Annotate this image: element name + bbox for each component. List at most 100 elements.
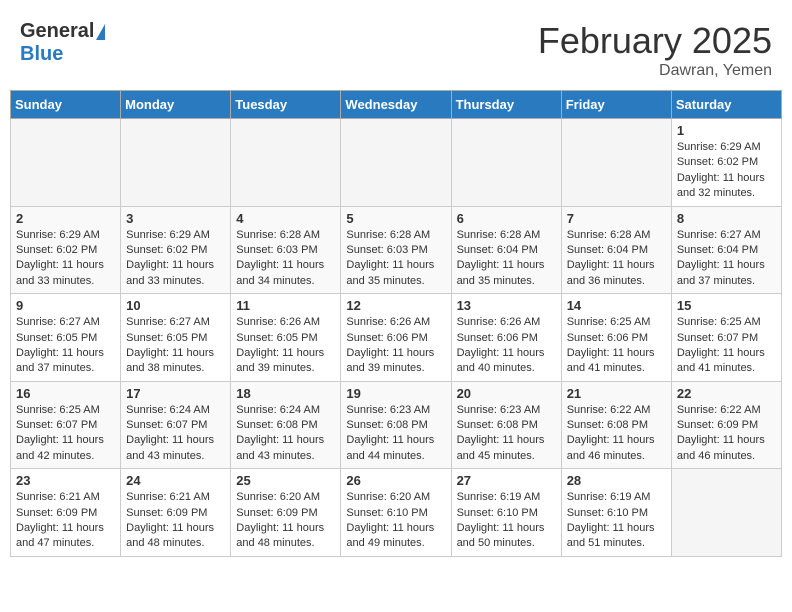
page-header: General Blue February 2025 Dawran, Yemen — [10, 10, 782, 85]
header-saturday: Saturday — [671, 91, 781, 119]
day-number: 12 — [346, 298, 445, 313]
calendar-day: 4 Sunrise: 6:28 AMSunset: 6:03 PMDaylight… — [231, 206, 341, 294]
day-info: Sunrise: 6:26 AMSunset: 6:05 PMDaylight:… — [236, 315, 335, 377]
day-info: Sunrise: 6:28 AMSunset: 6:03 PMDaylight:… — [346, 228, 445, 290]
calendar-day: 2 Sunrise: 6:29 AMSunset: 6:02 PMDaylight… — [11, 206, 121, 294]
logo-triangle-icon — [96, 24, 105, 40]
header-sunday: Sunday — [11, 91, 121, 119]
day-info: Sunrise: 6:28 AMSunset: 6:04 PMDaylight:… — [457, 228, 556, 290]
day-number: 7 — [567, 211, 666, 226]
day-number: 6 — [457, 211, 556, 226]
calendar-day: 7 Sunrise: 6:28 AMSunset: 6:04 PMDaylight… — [561, 206, 671, 294]
day-number: 23 — [16, 473, 115, 488]
day-info: Sunrise: 6:28 AMSunset: 6:03 PMDaylight:… — [236, 228, 335, 290]
day-number: 25 — [236, 473, 335, 488]
calendar-title: February 2025 — [538, 20, 772, 62]
header-monday: Monday — [121, 91, 231, 119]
calendar-day: 15Sunrise: 6:25 AMSunset: 6:07 PMDayligh… — [671, 294, 781, 382]
day-info: Sunrise: 6:22 AMSunset: 6:08 PMDaylight:… — [567, 403, 666, 465]
day-info: Sunrise: 6:23 AMSunset: 6:08 PMDaylight:… — [457, 403, 556, 465]
calendar-week-4: 16 Sunrise: 6:25 AMSunset: 6:07 PMDayligh… — [11, 381, 782, 469]
calendar-day: 25 Sunrise: 6:20 AMSunset: 6:09 PMDayligh… — [231, 469, 341, 557]
calendar-week-1: 1 Sunrise: 6:29 AMSunset: 6:02 PMDaylight… — [11, 119, 782, 207]
calendar-day: 26 Sunrise: 6:20 AMSunset: 6:10 PMDayligh… — [341, 469, 451, 557]
day-info: Sunrise: 6:21 AMSunset: 6:09 PMDaylight:… — [16, 490, 115, 552]
day-info: Sunrise: 6:27 AMSunset: 6:04 PMDaylight:… — [677, 228, 776, 290]
calendar-day: 21 Sunrise: 6:22 AMSunset: 6:08 PMDayligh… — [561, 381, 671, 469]
day-info: Sunrise: 6:25 AMSunset: 6:07 PMDaylight:… — [16, 403, 115, 465]
calendar-day: 19 Sunrise: 6:23 AMSunset: 6:08 PMDayligh… — [341, 381, 451, 469]
logo: General Blue — [20, 20, 105, 66]
calendar-week-2: 2 Sunrise: 6:29 AMSunset: 6:02 PMDaylight… — [11, 206, 782, 294]
day-number: 24 — [126, 473, 225, 488]
logo-general-text: General — [20, 20, 94, 43]
calendar-table: Sunday Monday Tuesday Wednesday Thursday… — [10, 90, 782, 557]
calendar-day — [121, 119, 231, 207]
day-number: 18 — [236, 386, 335, 401]
day-info: Sunrise: 6:23 AMSunset: 6:08 PMDaylight:… — [346, 403, 445, 465]
calendar-day — [451, 119, 561, 207]
calendar-day — [231, 119, 341, 207]
calendar-day: 12 Sunrise: 6:26 AMSunset: 6:06 PMDayligh… — [341, 294, 451, 382]
day-number: 10 — [126, 298, 225, 313]
day-info: Sunrise: 6:27 AMSunset: 6:05 PMDaylight:… — [126, 315, 225, 377]
title-block: February 2025 Dawran, Yemen — [538, 20, 772, 80]
day-info: Sunrise: 6:27 AMSunset: 6:05 PMDaylight:… — [16, 315, 115, 377]
calendar-location: Dawran, Yemen — [538, 62, 772, 80]
calendar-day: 6 Sunrise: 6:28 AMSunset: 6:04 PMDaylight… — [451, 206, 561, 294]
day-number: 5 — [346, 211, 445, 226]
day-info: Sunrise: 6:28 AMSunset: 6:04 PMDaylight:… — [567, 228, 666, 290]
day-number: 16 — [16, 386, 115, 401]
header-tuesday: Tuesday — [231, 91, 341, 119]
day-number: 27 — [457, 473, 556, 488]
day-info: Sunrise: 6:25 AMSunset: 6:07 PMDaylight:… — [677, 315, 776, 377]
day-number: 4 — [236, 211, 335, 226]
day-number: 13 — [457, 298, 556, 313]
day-number: 8 — [677, 211, 776, 226]
day-info: Sunrise: 6:20 AMSunset: 6:09 PMDaylight:… — [236, 490, 335, 552]
calendar-day: 14Sunrise: 6:25 AMSunset: 6:06 PMDayligh… — [561, 294, 671, 382]
day-number: 26 — [346, 473, 445, 488]
day-info: Sunrise: 6:19 AMSunset: 6:10 PMDaylight:… — [457, 490, 556, 552]
day-number: 9 — [16, 298, 115, 313]
day-info: Sunrise: 6:24 AMSunset: 6:07 PMDaylight:… — [126, 403, 225, 465]
calendar-day: 1 Sunrise: 6:29 AMSunset: 6:02 PMDaylight… — [671, 119, 781, 207]
day-info: Sunrise: 6:25 AMSunset: 6:06 PMDaylight:… — [567, 315, 666, 377]
calendar-day: 5 Sunrise: 6:28 AMSunset: 6:03 PMDaylight… — [341, 206, 451, 294]
calendar-day — [11, 119, 121, 207]
calendar-day: 10 Sunrise: 6:27 AMSunset: 6:05 PMDayligh… — [121, 294, 231, 382]
calendar-day: 3Sunrise: 6:29 AMSunset: 6:02 PMDaylight… — [121, 206, 231, 294]
calendar-day: 9 Sunrise: 6:27 AMSunset: 6:05 PMDaylight… — [11, 294, 121, 382]
day-info: Sunrise: 6:26 AMSunset: 6:06 PMDaylight:… — [346, 315, 445, 377]
day-number: 1 — [677, 123, 776, 138]
day-number: 19 — [346, 386, 445, 401]
calendar-week-3: 9 Sunrise: 6:27 AMSunset: 6:05 PMDaylight… — [11, 294, 782, 382]
calendar-day: 11 Sunrise: 6:26 AMSunset: 6:05 PMDayligh… — [231, 294, 341, 382]
calendar-day: 28Sunrise: 6:19 AMSunset: 6:10 PMDayligh… — [561, 469, 671, 557]
calendar-day: 13 Sunrise: 6:26 AMSunset: 6:06 PMDayligh… — [451, 294, 561, 382]
day-number: 2 — [16, 211, 115, 226]
day-info: Sunrise: 6:20 AMSunset: 6:10 PMDaylight:… — [346, 490, 445, 552]
day-number: 28 — [567, 473, 666, 488]
calendar-day: 20 Sunrise: 6:23 AMSunset: 6:08 PMDayligh… — [451, 381, 561, 469]
header-friday: Friday — [561, 91, 671, 119]
calendar-day: 23 Sunrise: 6:21 AMSunset: 6:09 PMDayligh… — [11, 469, 121, 557]
day-number: 11 — [236, 298, 335, 313]
calendar-day: 24 Sunrise: 6:21 AMSunset: 6:09 PMDayligh… — [121, 469, 231, 557]
day-number: 20 — [457, 386, 556, 401]
day-info: Sunrise: 6:21 AMSunset: 6:09 PMDaylight:… — [126, 490, 225, 552]
calendar-day — [341, 119, 451, 207]
day-info: Sunrise: 6:29 AMSunset: 6:02 PMDaylight:… — [16, 228, 115, 290]
day-info: Sunrise: 6:29 AMSunset: 6:02 PMDaylight:… — [126, 228, 225, 290]
calendar-header-row: Sunday Monday Tuesday Wednesday Thursday… — [11, 91, 782, 119]
day-info: Sunrise: 6:26 AMSunset: 6:06 PMDaylight:… — [457, 315, 556, 377]
calendar-day — [561, 119, 671, 207]
day-info: Sunrise: 6:22 AMSunset: 6:09 PMDaylight:… — [677, 403, 776, 465]
day-number: 17 — [126, 386, 225, 401]
day-number: 21 — [567, 386, 666, 401]
calendar-day: 18 Sunrise: 6:24 AMSunset: 6:08 PMDayligh… — [231, 381, 341, 469]
calendar-day — [671, 469, 781, 557]
day-info: Sunrise: 6:29 AMSunset: 6:02 PMDaylight:… — [677, 140, 776, 202]
day-info: Sunrise: 6:24 AMSunset: 6:08 PMDaylight:… — [236, 403, 335, 465]
header-thursday: Thursday — [451, 91, 561, 119]
